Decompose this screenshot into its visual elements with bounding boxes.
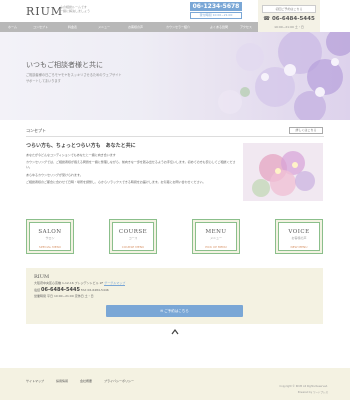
site-footer: サイトマップ 採用情報 会社概要 プライバシーポリシー Copyright © … (0, 368, 350, 400)
tel-number[interactable]: 06-6484-5445 (41, 287, 80, 293)
right-phone-number[interactable]: ☎ 06-6484-5445 (262, 16, 316, 22)
footer-link-privacy[interactable]: プライバシーポリシー (104, 379, 134, 383)
hero-flowers-image (218, 32, 350, 120)
nav-item-faq[interactable]: よくある質問 (210, 22, 228, 32)
tile-salon[interactable]: SALON サロン SPECIAL MENU (26, 219, 74, 254)
nav-item-menu[interactable]: メニュー (98, 22, 110, 32)
fax-number: FAX 06-6484-5446 (80, 288, 109, 292)
tile-menu[interactable]: MENU メニュー PICK UP MENU (192, 219, 240, 254)
hero-banner: いつもご相談者様と共に ご相談者様の日ごろモヤモヤをスッキリさせるためのウェブサ… (0, 32, 350, 120)
tile-jp-label: サロン (45, 236, 55, 240)
tile-sub-label: NEW MENU (290, 245, 308, 249)
concept-section-label: コンセプト (26, 128, 46, 133)
tile-sub-label: PICK UP MENU (205, 245, 227, 249)
concept-paragraph: ご相談者様のご都合に合わせて日時・場所を調整し、心からリラックスできる時間をお届… (26, 179, 206, 184)
map-link[interactable]: グーグルマップ (104, 281, 126, 286)
tile-sub-label: COURSE MENU (121, 245, 145, 249)
info-reserve-button[interactable]: ✉ ご予約はこちら (106, 305, 243, 317)
tile-title: MENU (205, 229, 227, 235)
footer-link-company[interactable]: 会社概要 (80, 379, 92, 383)
concept-paragraph: あなたが今どんなコンディションでもあなたと一緒に向き合います (26, 153, 116, 157)
tel-row: 電話 06-6484-5445 FAX 06-6484-5446 (34, 287, 109, 293)
hours-row: 営業時間 平日 10:00~21:00 定休日 土・日 (34, 294, 94, 298)
concept-divider (26, 136, 324, 137)
shop-info-box: RIUM 大阪府中央区心斎橋 1-12-16 プレジデントビル 2F グーグルマ… (26, 268, 323, 324)
tagline-line-2: 一緒に解決しましょう (60, 9, 91, 13)
nav-item-concept[interactable]: コンセプト (33, 22, 48, 32)
tile-inner: VOICE お客様の声 NEW MENU (278, 222, 320, 251)
nav-item-price[interactable]: 料金表 (68, 22, 77, 32)
nav-item-counselor[interactable]: カウンセラー紹介 (166, 22, 190, 32)
hero-subtitle: ご相談者様の日ごろモヤモヤをスッキリさせるためのウェブサイト サポートしてまいり… (26, 72, 166, 84)
tile-inner: COURSE コース COURSE MENU (112, 222, 154, 251)
main-nav: ホーム コンセプト 料金表 メニュー お客様の声 カウンセラー紹介 よくある質問… (0, 22, 258, 32)
concept-heading: つらい方も、ちょっとつらい方も あなたと共に (26, 143, 136, 149)
footer-link-sitemap[interactable]: サイトマップ (26, 379, 44, 383)
chevron-up-icon[interactable] (170, 328, 180, 336)
site-tagline: 心の相談ルームです 一緒に解決しましょう (60, 5, 130, 13)
concept-more-button[interactable]: 詳しくはこちら (289, 127, 323, 134)
tile-title: SALON (38, 229, 62, 235)
tel-label: 電話 (34, 288, 41, 292)
concept-paragraph: あらゆるカウンセリングが受けられます。 (26, 172, 83, 177)
header-phone-box: 06-1234-5678 受付時間 10:00~21:00 (190, 2, 242, 20)
powered-by[interactable]: Powered by ワードプレス (258, 390, 328, 394)
tile-inner: SALON サロン SPECIAL MENU (29, 222, 71, 251)
nav-item-access[interactable]: アクセス (240, 22, 252, 32)
concept-flower-image (243, 143, 323, 201)
right-hours: 10:00~21:00 土・日 (274, 25, 304, 29)
tile-jp-label: お客様の声 (291, 236, 307, 240)
hero-title: いつもご相談者様と共に (26, 61, 103, 69)
tile-title: VOICE (288, 229, 310, 235)
footer-link-recruit[interactable]: 採用情報 (56, 379, 68, 383)
tile-sub-label: SPECIAL MENU (38, 245, 62, 249)
tile-jp-label: メニュー (209, 236, 222, 240)
tile-jp-label: コース (128, 236, 138, 240)
closed-days: 定休日 土・日 (74, 294, 94, 298)
hours-label: 営業時間 (34, 294, 47, 298)
tile-voice[interactable]: VOICE お客様の声 NEW MENU (275, 219, 323, 254)
info-reserve-label: ご予約はこちら (164, 309, 189, 313)
copyright: Copyright © RIUM All Rights Reserved. (279, 385, 328, 388)
nav-item-voice[interactable]: お客様の声 (128, 22, 143, 32)
concept-paragraph: カウンセリングでは、ご相談者様が抱える問題を一緒に整理しながら、前向きな一歩を踏… (26, 160, 236, 170)
concept-body: あなたが今どんなコンディションでもあなたと一緒に向き合います カウンセリングでは… (26, 153, 236, 187)
header-phone-number[interactable]: 06-1234-5678 (190, 2, 242, 11)
hours-value: 平日 10:00~21:00 (46, 294, 74, 298)
hero-subtitle-line-2: サポートしてまいります (26, 79, 61, 83)
shop-name: RIUM (34, 274, 50, 280)
nav-item-home[interactable]: ホーム (8, 22, 17, 32)
shop-address-row: 大阪府中央区心斎橋 1-12-16 プレジデントビル 2F グーグルマップ (34, 281, 126, 286)
tile-title: COURSE (118, 229, 148, 235)
tile-inner: MENU メニュー PICK UP MENU (195, 222, 237, 251)
tile-course[interactable]: COURSE コース COURSE MENU (109, 219, 157, 254)
first-visit-button[interactable]: 初回ご予約はこちら (262, 5, 316, 13)
site-logo[interactable]: RIUM (26, 5, 63, 18)
shop-address: 大阪府中央区心斎橋 1-12-16 プレジデントビル 2F (34, 281, 104, 285)
header-phone-hours: 受付時間 10:00~21:00 (190, 12, 242, 19)
